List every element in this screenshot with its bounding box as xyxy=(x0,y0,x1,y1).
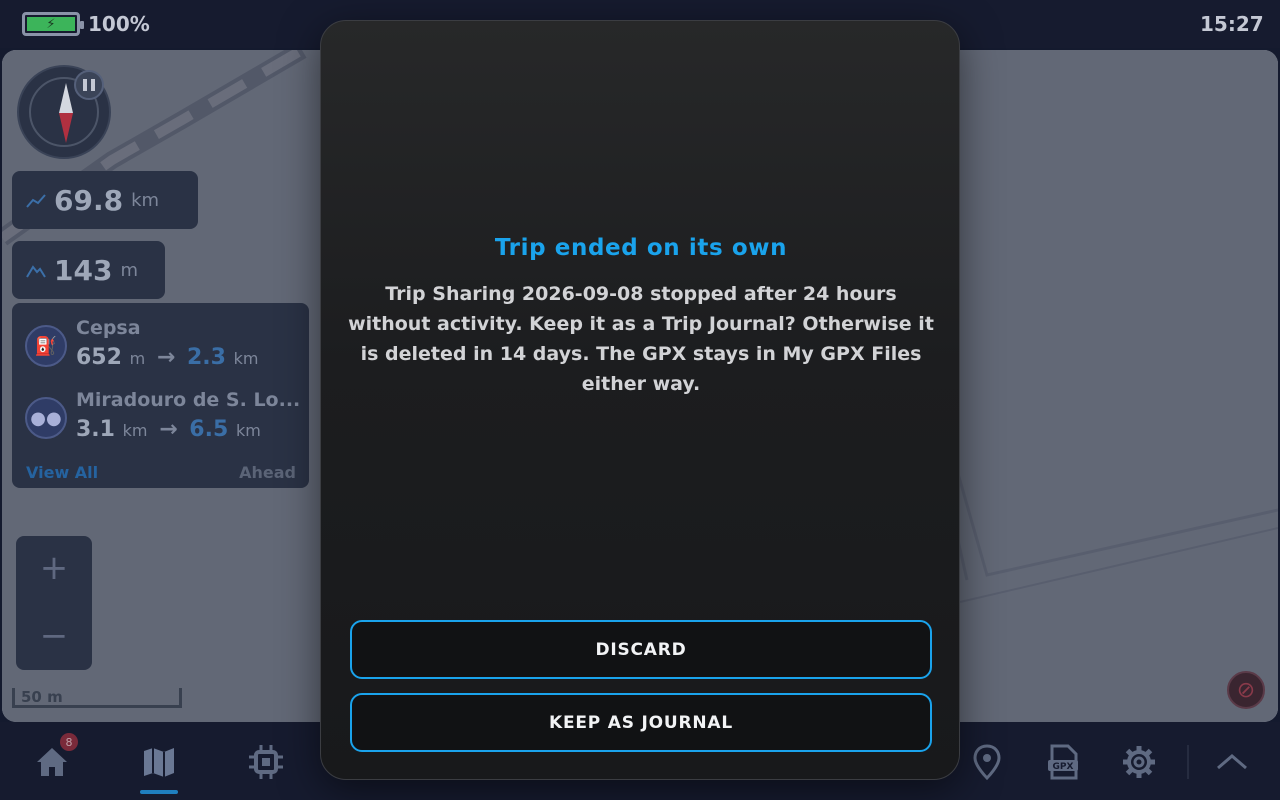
arrow-right-icon: → xyxy=(159,417,178,442)
active-tab-indicator xyxy=(140,790,178,794)
nav-divider xyxy=(1187,745,1189,779)
svg-text:GPX: GPX xyxy=(1053,762,1074,772)
list-item[interactable]: ●● Miradouro de S. Lo... 3.1 km → 6.5 km xyxy=(12,389,300,449)
gpx-file-icon[interactable]: GPX xyxy=(1041,740,1085,784)
location-pin-icon[interactable] xyxy=(965,740,1009,784)
ahead-filter[interactable]: Ahead xyxy=(239,463,296,482)
battery-indicator: ⚡ 100% xyxy=(22,12,150,36)
distance-stat-card[interactable]: 69.8 km xyxy=(12,171,198,229)
keep-as-journal-button[interactable]: KEEP AS JOURNAL xyxy=(350,693,932,752)
binoculars-icon: ●● xyxy=(25,397,67,439)
poi-list-footer: View All Ahead xyxy=(26,463,296,482)
poi-distance: 3.1 km → 6.5 km xyxy=(76,417,261,442)
distance-unit: km xyxy=(131,189,160,211)
zoom-in-button[interactable]: + xyxy=(16,548,92,588)
chevron-up-icon[interactable] xyxy=(1210,740,1254,784)
scale-label: 50 m xyxy=(21,688,63,706)
compass-south-needle xyxy=(59,113,73,143)
pause-icon xyxy=(83,79,87,91)
zoom-control: + − xyxy=(16,536,92,670)
trip-ended-dialog: Trip ended on its own Trip Sharing 2026-… xyxy=(320,20,960,780)
arrow-right-icon: → xyxy=(156,345,176,370)
battery-level: 100% xyxy=(88,12,150,36)
map-icon[interactable] xyxy=(137,740,181,784)
poi-distance: 652 m → 2.3 km xyxy=(76,345,259,370)
elevation-value: 143 xyxy=(54,253,113,287)
discard-button[interactable]: DISCARD xyxy=(350,620,932,679)
elevation-stat-card[interactable]: 143 m xyxy=(12,241,165,299)
chip-icon[interactable] xyxy=(244,740,288,784)
poi-name: Miradouro de S. Lo... xyxy=(76,389,301,411)
dialog-title: Trip ended on its own xyxy=(494,235,788,261)
trend-line-icon xyxy=(26,193,46,208)
compass-north-needle xyxy=(59,83,73,113)
dialog-message: Trip Sharing 2026-09-08 stopped after 24… xyxy=(348,283,934,395)
clock: 15:27 xyxy=(1200,12,1264,36)
poi-name: Cepsa xyxy=(76,317,141,339)
notification-badge: 8 xyxy=(60,733,78,751)
list-item[interactable]: ⛽ Cepsa 652 m → 2.3 km xyxy=(12,317,292,377)
zoom-out-button[interactable]: − xyxy=(16,616,92,656)
time-label: 15:27 xyxy=(1200,12,1264,36)
mountain-icon xyxy=(26,263,46,278)
fuel-pump-icon: ⛽ xyxy=(25,325,67,367)
pause-button[interactable] xyxy=(74,70,104,100)
no-entry-icon[interactable]: ⊘ xyxy=(1227,671,1265,709)
app-root: ⚡ 100% 15:27 69.8 km 143 m ⛽ Cepsa 652 m… xyxy=(0,0,1280,800)
distance-value: 69.8 xyxy=(54,183,124,217)
view-all-link[interactable]: View All xyxy=(26,463,98,482)
battery-icon: ⚡ xyxy=(22,12,84,36)
elevation-unit: m xyxy=(120,259,138,281)
gear-icon[interactable] xyxy=(1117,740,1161,784)
map-scale-bar: 50 m xyxy=(12,688,182,708)
poi-list-card: ⛽ Cepsa 652 m → 2.3 km ●● Miradouro de S… xyxy=(12,303,309,488)
